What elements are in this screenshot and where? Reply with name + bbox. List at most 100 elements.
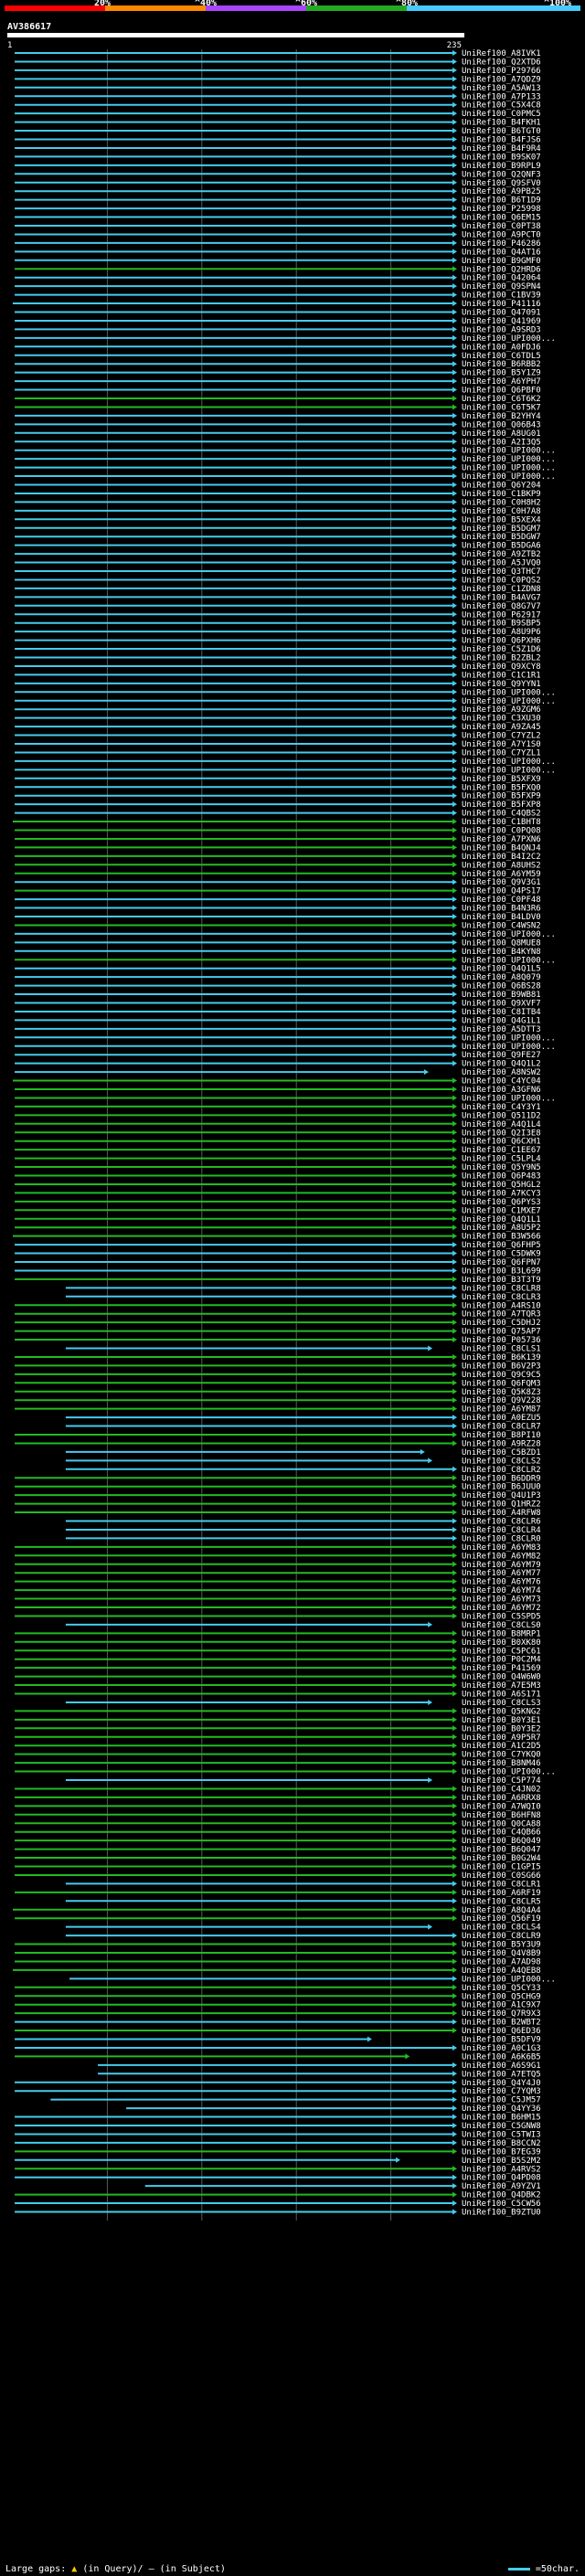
hit-arrow-icon [452,1863,457,1870]
hit-arrow-icon [452,1328,457,1334]
hit-arrow-icon [452,188,457,195]
hit-arrow-icon [452,1958,457,1965]
hit-arrow-icon [452,1423,457,1429]
hit-arrow-icon [452,2209,457,2215]
hit-arrow-icon [452,1353,457,1360]
hit-arrow-icon [452,119,457,125]
hit-arrow-icon [452,982,457,989]
hit-arrow-icon [452,249,457,255]
hit-arrow-icon [452,2139,457,2146]
hit-arrow-icon [452,1362,457,1369]
hit-arrow-icon [452,1578,457,1585]
hit-arrow-icon [452,775,457,781]
scale-label-2: ^40% [195,0,217,8]
hit-arrow-icon [452,76,457,82]
hit-arrow-icon [452,525,457,531]
hit-arrow-icon [452,862,457,868]
hit-arrow-icon [452,1648,457,1654]
hit-arrow-icon [452,352,457,358]
hit-arrow-icon [452,767,457,773]
hit-arrow-icon [452,602,457,609]
hit-arrow-icon [367,2036,372,2042]
hit-arrow-icon [452,84,457,90]
query-end: 235 [447,41,462,50]
hit-arrow-icon [452,1716,457,1723]
hit-row[interactable]: UniRef100_B9ZTU0 [15,2209,541,2218]
hit-arrow-icon [452,965,457,971]
hit-arrow-icon [452,490,457,496]
hit-arrow-icon [452,1207,457,1214]
hit-arrow-icon [452,1310,457,1317]
hit-arrow-icon [452,784,457,790]
hit-arrow-icon [452,1008,457,1014]
hit-arrow-icon [452,1475,457,1481]
hit-arrow-icon [452,749,457,756]
hit-arrow-icon [452,879,457,885]
hit-arrow-icon [452,680,457,686]
hit-arrow-icon [452,2123,457,2128]
hit-arrow-icon [452,2019,457,2025]
hit-arrow-icon [452,1466,457,1472]
hit-arrow-icon [452,1224,457,1231]
hit-arrow-icon [452,231,457,238]
hit-label[interactable]: UniRef100_B9ZTU0 [462,2209,541,2218]
hit-arrow-icon [405,2053,410,2060]
hit-arrow-icon [452,1190,457,1196]
hit-arrow-icon [452,1561,457,1567]
scale-segment-3 [206,5,306,11]
hit-arrow-icon [452,585,457,591]
hit-arrow-icon [452,646,457,652]
hit-arrow-icon [452,732,457,738]
hit-arrow-icon [452,179,457,186]
hit-arrow-icon [452,2071,457,2077]
hit-arrow-icon [428,1345,433,1352]
hit-arrow-icon [452,326,457,333]
hit-arrow-icon [452,835,457,842]
hit-arrow-icon [452,974,457,981]
hit-arrow-icon [452,534,457,540]
gap-legend: Large gaps: ▲ (in Query)/ — (in Subject) [5,2564,226,2574]
hit-arrow-icon [452,939,457,946]
hit-arrow-icon [452,128,457,134]
hit-arrow-icon [452,870,457,876]
hit-arrow-icon [452,334,457,341]
hit-arrow-icon [452,844,457,851]
hit-arrow-icon [452,1630,457,1637]
subject-gap-icon: — [148,2564,154,2574]
query-bar [7,33,464,37]
hit-arrow-icon [452,1915,457,1922]
hit-arrow-icon [452,404,457,410]
hit-arrow-icon [452,706,457,713]
hit-arrow-icon [452,507,457,514]
hit-arrow-icon [452,206,457,212]
hit-arrow-icon [452,196,457,203]
hit-arrow-icon [452,1129,457,1136]
hit-arrow-icon [452,1846,457,1852]
query-gap-icon: ▲ [71,2564,78,2574]
hit-arrow-icon [452,1095,457,1101]
hit-arrow-icon [452,317,457,323]
hit-arrow-icon [452,2028,457,2034]
hit-arrow-icon [452,101,457,108]
in-query-label: (in Query)/ [82,2564,144,2574]
hit-arrow-icon [452,1440,457,1447]
large-gaps-label: Large gaps: [5,2564,67,2574]
hit-arrow-icon [452,1415,457,1421]
hit-arrow-icon [452,292,457,298]
hit-arrow-icon [452,361,457,367]
hit-arrow-icon [452,654,457,661]
hit-arrow-icon [452,991,457,998]
hit-arrow-icon [452,1881,457,1887]
hit-arrow-icon [420,1448,425,1455]
hit-arrow-icon [452,1164,457,1171]
hit-arrow-icon [452,1250,457,1256]
hit-arrow-icon [452,58,457,65]
hit-arrow-icon [452,1751,457,1757]
hit-arrow-icon [423,1069,429,1076]
hit-arrow-icon [452,1043,457,1049]
hit-arrow-icon [452,1017,457,1023]
hit-arrow-icon [452,2062,457,2068]
hit-arrow-icon [452,1898,457,1904]
hit-arrow-icon [452,429,457,436]
hit-arrow-icon [428,1458,433,1464]
